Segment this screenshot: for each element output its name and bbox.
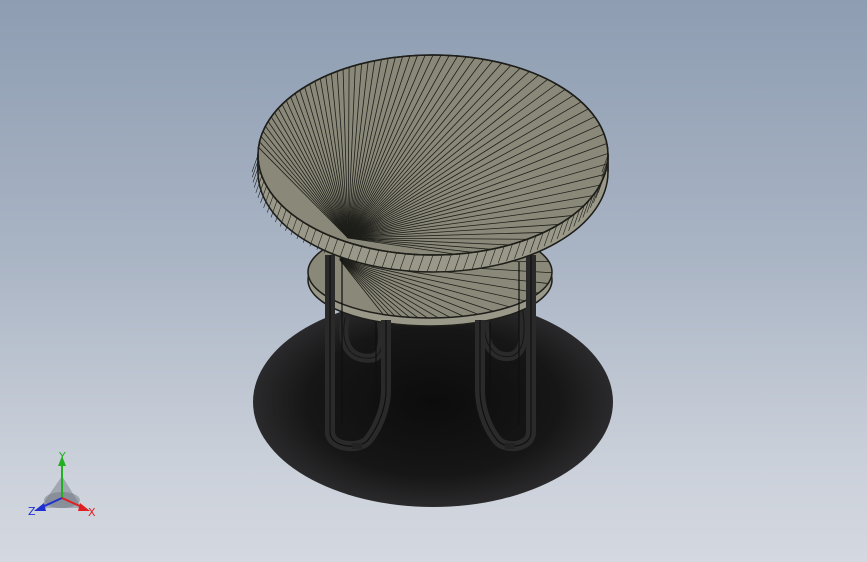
x-axis-label: X (88, 506, 96, 519)
model-viewport[interactable]: Y X Z (0, 0, 867, 562)
z-axis-label: Z (28, 505, 36, 518)
table-model-scene[interactable] (0, 0, 867, 562)
y-axis-label: Y (58, 450, 66, 463)
table-top (251, 54, 609, 273)
axis-triad: Y X Z (28, 450, 96, 519)
z-axis-arrow (34, 503, 46, 511)
floor-shadow (253, 297, 613, 507)
